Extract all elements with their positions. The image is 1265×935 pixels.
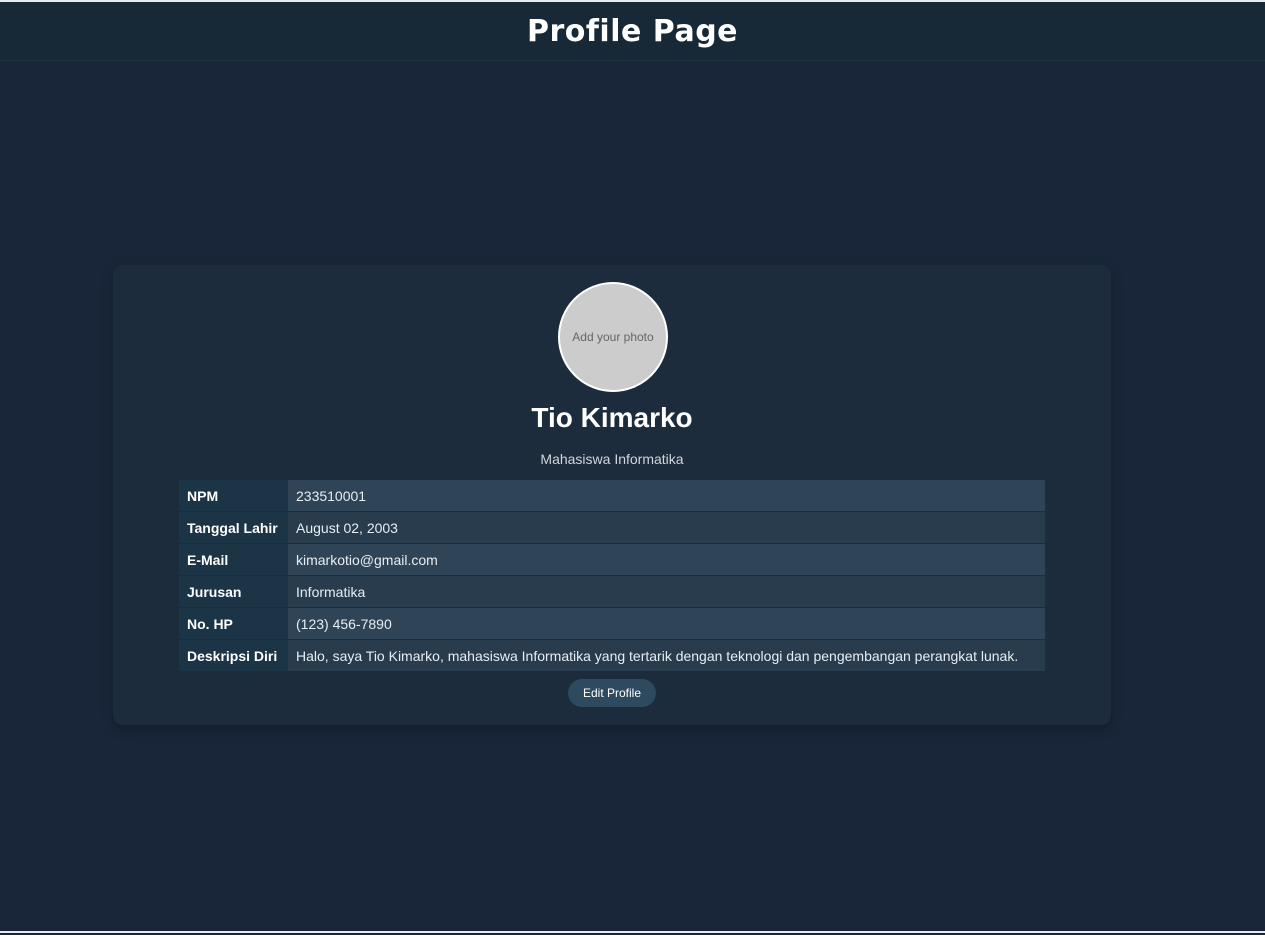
profile-name: Tio Kimarko xyxy=(531,402,693,433)
profile-card: Add your photo Tio Kimarko Mahasiswa Inf… xyxy=(113,265,1111,725)
detail-label-major: Jurusan xyxy=(179,575,288,608)
detail-value-major: Informatika xyxy=(288,575,1045,608)
edit-profile-button[interactable]: Edit Profile xyxy=(568,679,656,707)
table-row: NPM 233510001 xyxy=(179,480,1045,512)
detail-value-birthdate: August 02, 2003 xyxy=(288,511,1045,544)
table-row: Jurusan Informatika xyxy=(179,575,1045,608)
profile-photo[interactable]: Add your photo xyxy=(558,282,668,392)
detail-value-email: kimarkotio@gmail.com xyxy=(288,543,1045,576)
bottom-border xyxy=(0,931,1265,933)
detail-label-description: Deskripsi Diri xyxy=(179,639,288,672)
page-header: Profile Page xyxy=(0,2,1265,61)
main-content: Add your photo Tio Kimarko Mahasiswa Inf… xyxy=(0,61,1265,933)
detail-label-phone: No. HP xyxy=(179,607,288,640)
page-title: Profile Page xyxy=(526,13,739,49)
photo-placeholder-text: Add your photo xyxy=(572,330,654,344)
detail-value-phone: (123) 456-7890 xyxy=(288,607,1045,640)
profile-subtitle: Mahasiswa Informatika xyxy=(540,451,684,467)
detail-value-description: Halo, saya Tio Kimarko, mahasiswa Inform… xyxy=(288,639,1045,672)
detail-label-birthdate: Tanggal Lahir xyxy=(179,511,288,544)
profile-details-table: NPM 233510001 Tanggal Lahir August 02, 2… xyxy=(179,480,1045,672)
detail-value-npm: 233510001 xyxy=(288,480,1045,512)
table-row: Deskripsi Diri Halo, saya Tio Kimarko, m… xyxy=(179,639,1045,672)
detail-label-email: E-Mail xyxy=(179,543,288,576)
table-row: E-Mail kimarkotio@gmail.com xyxy=(179,543,1045,576)
table-row: No. HP (123) 456-7890 xyxy=(179,607,1045,640)
table-row: Tanggal Lahir August 02, 2003 xyxy=(179,511,1045,544)
detail-label-npm: NPM xyxy=(179,480,288,512)
